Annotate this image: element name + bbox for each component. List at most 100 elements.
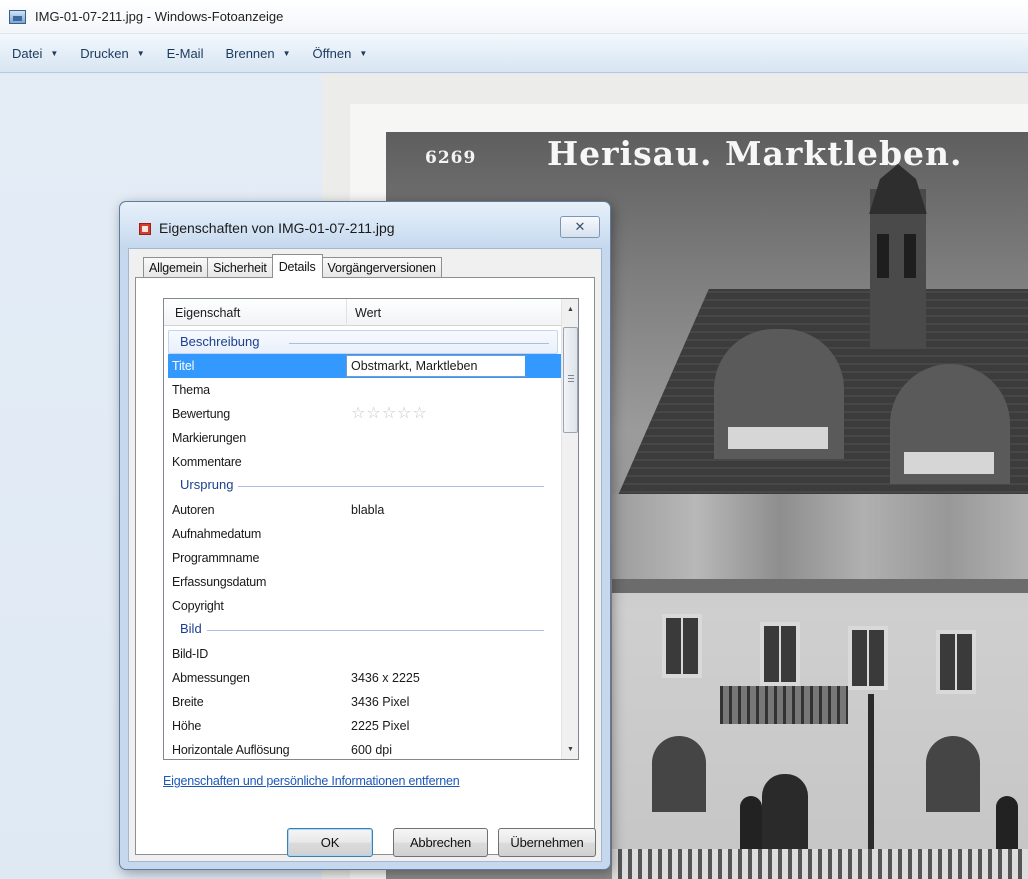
dialog-title: Eigenschaften von IMG-01-07-211.jpg bbox=[159, 220, 395, 236]
menu-oeffnen[interactable]: Öffnen ▼ bbox=[313, 46, 368, 61]
property-name: Markierungen bbox=[172, 431, 247, 445]
property-list-header: Eigenschaft Wert bbox=[164, 299, 562, 326]
property-row-thema[interactable]: Thema bbox=[168, 378, 562, 402]
rating-stars[interactable]: ☆ ☆ ☆ ☆ ☆ bbox=[351, 403, 428, 423]
group-bild[interactable]: Bild bbox=[164, 618, 562, 642]
property-name: Kommentare bbox=[172, 455, 242, 469]
property-list-scrollbar[interactable]: ▲ ▼ bbox=[561, 299, 578, 759]
menu-datei[interactable]: Datei ▼ bbox=[12, 46, 58, 61]
scroll-down-arrow-icon[interactable]: ▼ bbox=[562, 739, 578, 759]
property-row-hoehe[interactable]: Höhe 2225 Pixel bbox=[168, 714, 562, 738]
column-header-value[interactable]: Wert bbox=[347, 299, 562, 326]
group-ursprung[interactable]: Ursprung bbox=[164, 474, 562, 498]
tab-strip: Allgemein Sicherheit Details Vorgängerve… bbox=[143, 254, 442, 278]
command-bar: Datei ▼ Drucken ▼ E-Mail Brennen ▼ Öffne… bbox=[0, 34, 1028, 73]
property-row-bewertung[interactable]: Bewertung ☆ ☆ ☆ ☆ ☆ bbox=[168, 402, 562, 426]
close-button[interactable]: ✕ bbox=[560, 216, 600, 238]
property-row-bild-id[interactable]: Bild-ID bbox=[168, 642, 562, 666]
facade-window bbox=[760, 622, 800, 686]
tab-details[interactable]: Details bbox=[271, 254, 323, 278]
ok-button[interactable]: OK bbox=[287, 828, 373, 857]
property-name: Programmname bbox=[172, 551, 260, 565]
property-list[interactable]: Eigenschaft Wert Beschreibung Titel Obst… bbox=[163, 298, 579, 760]
dialog-titlebar[interactable]: Eigenschaften von IMG-01-07-211.jpg ✕ bbox=[120, 202, 610, 248]
dropdown-arrow-icon: ▼ bbox=[282, 48, 291, 58]
tab-sicherheit[interactable]: Sicherheit bbox=[207, 257, 273, 278]
property-name: Thema bbox=[172, 383, 210, 397]
menu-drucken[interactable]: Drucken ▼ bbox=[80, 46, 144, 61]
menu-brennen[interactable]: Brennen ▼ bbox=[225, 46, 290, 61]
group-label: Bild bbox=[180, 621, 207, 636]
property-value: 3436 x 2225 bbox=[351, 671, 420, 685]
property-row-programmname[interactable]: Programmname bbox=[168, 546, 562, 570]
scroll-thumb[interactable] bbox=[563, 327, 578, 433]
photo-viewer-app-icon bbox=[9, 9, 26, 24]
property-row-abmessungen[interactable]: Abmessungen 3436 x 2225 bbox=[168, 666, 562, 690]
window-title: IMG-01-07-211.jpg - Windows-Fotoanzeige bbox=[35, 9, 284, 24]
star-icon[interactable]: ☆ bbox=[366, 403, 380, 423]
property-name: Bewertung bbox=[172, 407, 230, 421]
property-name: Erfassungsdatum bbox=[172, 575, 267, 589]
property-value: 600 dpi bbox=[351, 743, 393, 757]
ground-floor-arch bbox=[652, 736, 706, 812]
menu-label: Öffnen bbox=[312, 45, 352, 61]
property-name: Höhe bbox=[172, 719, 202, 733]
property-row-titel[interactable]: Titel Obstmarkt, Marktleben bbox=[168, 354, 562, 378]
dropdown-arrow-icon: ▼ bbox=[50, 48, 59, 58]
group-divider bbox=[180, 630, 544, 631]
menu-label: Drucken bbox=[80, 45, 129, 61]
scroll-grip bbox=[568, 375, 574, 383]
tower-window bbox=[877, 234, 889, 278]
property-name: Breite bbox=[172, 695, 204, 709]
postcard-number: 6269 bbox=[425, 148, 477, 168]
dropdown-arrow-icon: ▼ bbox=[359, 48, 368, 58]
group-divider bbox=[289, 343, 549, 344]
facade-window bbox=[848, 626, 888, 690]
facade-cornice bbox=[612, 579, 1028, 593]
apply-button[interactable]: Übernehmen bbox=[498, 828, 596, 857]
roof-dormer bbox=[890, 364, 1010, 484]
dormer-windows bbox=[904, 452, 994, 474]
property-row-kommentare[interactable]: Kommentare bbox=[168, 450, 562, 474]
property-name: Horizontale Auflösung bbox=[172, 743, 290, 757]
front-fence bbox=[612, 849, 1028, 879]
menu-email[interactable]: E-Mail bbox=[167, 46, 204, 61]
dialog-body: Allgemein Sicherheit Details Vorgängerve… bbox=[128, 248, 602, 862]
star-icon[interactable]: ☆ bbox=[397, 403, 411, 423]
title-value-input[interactable]: Obstmarkt, Marktleben bbox=[346, 355, 528, 377]
group-label: Beschreibung bbox=[180, 334, 260, 349]
property-row-markierungen[interactable]: Markierungen bbox=[168, 426, 562, 450]
property-name: Autoren bbox=[172, 503, 215, 517]
ground-floor-arch bbox=[926, 736, 980, 812]
property-row-erfassungsdatum[interactable]: Erfassungsdatum bbox=[168, 570, 562, 594]
menu-label: Brennen bbox=[225, 45, 275, 61]
star-icon[interactable]: ☆ bbox=[382, 403, 396, 423]
menu-label: E-Mail bbox=[166, 45, 204, 61]
dropdown-arrow-icon: ▼ bbox=[136, 48, 145, 58]
tab-vorgaengerversionen[interactable]: Vorgängerversionen bbox=[321, 257, 442, 278]
star-icon[interactable]: ☆ bbox=[351, 403, 365, 423]
property-row-breite[interactable]: Breite 3436 Pixel bbox=[168, 690, 562, 714]
group-beschreibung[interactable]: Beschreibung bbox=[168, 330, 558, 354]
column-header-property[interactable]: Eigenschaft bbox=[164, 299, 347, 326]
star-icon[interactable]: ☆ bbox=[412, 403, 426, 423]
close-icon: ✕ bbox=[574, 219, 586, 234]
property-row-autoren[interactable]: Autoren blabla bbox=[168, 498, 562, 522]
property-value: 3436 Pixel bbox=[351, 695, 410, 709]
property-name: Bild-ID bbox=[172, 647, 209, 661]
tower-window bbox=[904, 234, 916, 278]
cancel-button[interactable]: Abbrechen bbox=[393, 828, 488, 857]
menu-label: Datei bbox=[12, 45, 43, 61]
dormer-windows bbox=[728, 427, 828, 449]
property-row-aufnahmedatum[interactable]: Aufnahmedatum bbox=[168, 522, 562, 546]
tab-allgemein[interactable]: Allgemein bbox=[143, 257, 209, 278]
property-row-copyright[interactable]: Copyright bbox=[168, 594, 562, 618]
properties-dialog: Eigenschaften von IMG-01-07-211.jpg ✕ Al… bbox=[119, 201, 611, 870]
property-row-horizontale-aufloesung[interactable]: Horizontale Auflösung 600 dpi bbox=[168, 738, 562, 759]
scroll-up-arrow-icon[interactable]: ▲ bbox=[562, 299, 578, 319]
details-tab-panel: Eigenschaft Wert Beschreibung Titel Obst… bbox=[135, 277, 595, 855]
window-titlebar: IMG-01-07-211.jpg - Windows-Fotoanzeige bbox=[0, 0, 1028, 34]
facade-balcony bbox=[720, 686, 848, 724]
facade-mural bbox=[612, 494, 1028, 584]
remove-properties-link[interactable]: Eigenschaften und persönliche Informatio… bbox=[163, 774, 460, 788]
